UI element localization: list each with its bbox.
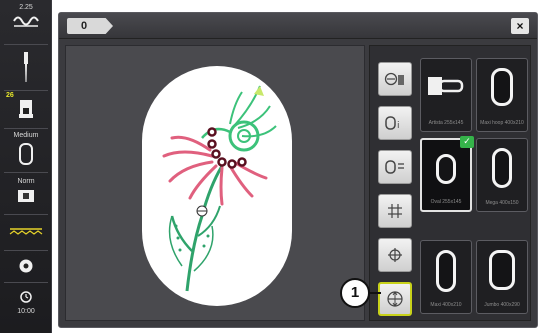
bobbin-icon	[19, 259, 33, 273]
thread-indicator[interactable]	[0, 224, 52, 242]
hoop-caption: Maxi hoop 400x210	[480, 120, 524, 126]
hoop-template-icon	[385, 160, 404, 174]
stitch-plate-square-icon	[18, 190, 34, 202]
bobbin-indicator[interactable]	[0, 258, 52, 279]
needle-indicator[interactable]	[0, 52, 52, 89]
hoop-tile-maxi[interactable]: Maxi 400x210	[420, 240, 472, 314]
hoop-tool-panel: i Artista 255x145 Maxi hoop 400x210 ✓ Ov…	[369, 45, 531, 321]
move-hoop-icon	[384, 72, 404, 86]
hoop-outline-icon	[19, 143, 33, 165]
move-hoop-button[interactable]	[378, 62, 412, 96]
hoop-size-label: Medium	[13, 132, 39, 139]
flower-design-image	[162, 85, 277, 292]
hoop-maxi-shape	[436, 250, 456, 292]
callout-leader-line	[369, 292, 381, 294]
hoop-maxi-shape	[491, 68, 513, 106]
hoop-size-indicator[interactable]: Medium	[0, 132, 52, 171]
presser-foot-indicator[interactable]: 26	[0, 92, 52, 125]
clock-value: 10:00	[17, 308, 35, 315]
hoop-tile-mega[interactable]: Mega 400x150	[476, 138, 528, 212]
device-screen: 2.25 26 Medium Norm 10:00 0 × i Artista …	[0, 0, 543, 333]
hoop-tab[interactable]: 0	[67, 18, 113, 34]
check-icon: ✓	[460, 136, 474, 148]
presser-foot-number: 26	[6, 92, 14, 99]
hoop-caption: Artista 255x145	[428, 120, 464, 126]
crosshair-icon	[388, 248, 402, 262]
hoop-template-button[interactable]	[378, 150, 412, 184]
hoop-artista-icon	[428, 77, 464, 95]
hoop-caption: Mega 400x150	[485, 200, 519, 206]
window-titlebar: 0 ×	[59, 13, 537, 39]
grid-button[interactable]	[378, 194, 412, 228]
hoop-caption: Maxi 400x210	[430, 302, 462, 308]
hoop-caption: Oval 255x145	[430, 199, 462, 205]
clock-icon	[20, 291, 32, 303]
clock-indicator[interactable]: 10:00	[0, 290, 52, 316]
hoop-tile-jumbo[interactable]: Jumbo 400x290	[476, 240, 528, 314]
hoop-info-button[interactable]: i	[378, 106, 412, 140]
center-point-button[interactable]	[378, 238, 412, 272]
hoop-center-button[interactable]	[378, 282, 412, 316]
hoop-caption: Jumbo 400x290	[484, 302, 520, 308]
hoop-center-icon	[387, 291, 403, 307]
needle-icon	[24, 52, 28, 82]
thread-zigzag-icon	[9, 228, 43, 235]
stitch-plate-icon	[13, 16, 39, 27]
stitch-plate-indicator[interactable]: Norm	[0, 178, 52, 209]
hoop-mega-shape	[492, 148, 512, 188]
hoop-tile-oval[interactable]: ✓ Oval 255x145	[420, 136, 474, 212]
hoop-tile-artista[interactable]: Artista 255x145	[420, 58, 472, 132]
grid-icon	[388, 204, 402, 218]
presser-foot-icon	[19, 100, 33, 118]
hoop-tile-maxi-hoop[interactable]: Maxi hoop 400x210	[476, 58, 528, 132]
callout-number-badge: 1	[340, 278, 370, 308]
close-button[interactable]: ×	[511, 18, 529, 34]
stitch-width-indicator[interactable]: 2.25	[0, 4, 52, 35]
hoop-area	[142, 66, 292, 306]
stitch-plate-label: Norm	[17, 178, 35, 185]
hoop-jumbo-shape	[489, 250, 515, 290]
hoop-info-icon: i	[385, 116, 400, 131]
hoop-oval-shape	[436, 154, 456, 184]
stitch-width-value: 2.25	[19, 4, 33, 11]
svg-text:i: i	[397, 121, 400, 131]
hoop-selection-window: 0 × i Artista 255x145 Maxi hoop 400x210 …	[58, 12, 538, 328]
embroidery-canvas[interactable]	[65, 45, 365, 321]
left-status-bar: 2.25 26 Medium Norm 10:00	[0, 0, 52, 333]
